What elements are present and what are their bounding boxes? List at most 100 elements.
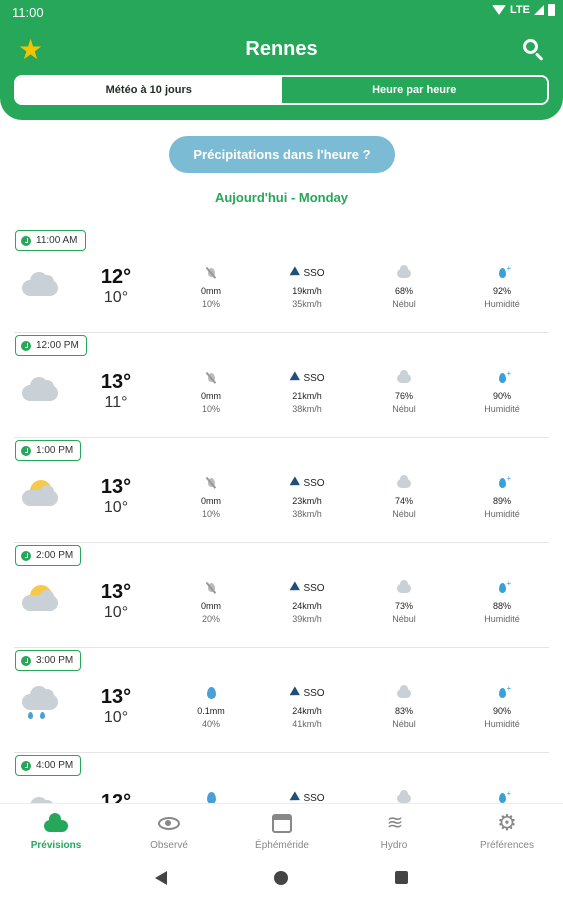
humidity-stat: 88%Humidité [462,579,542,624]
humidity-icon [498,264,511,278]
nav-label: Prévisions [30,840,82,851]
tab-10-day[interactable]: Météo à 10 jours [16,77,282,103]
temp-min: 10° [103,604,129,621]
nav-hydro[interactable]: ≋ Hydro [339,812,449,851]
humidity-icon [498,474,511,488]
rain-stat: 0mm 20% [171,581,251,624]
bottom-navigation: Prévisions Observé Éphéméride ≋ Hydro ⚙ … [0,803,563,857]
cloud-cover-stat: 76% Nébul [364,369,444,414]
cloudy-icon [22,373,60,405]
calendar-icon [272,813,292,833]
temp-min: 10° [103,499,129,516]
rain-drop-icon [206,792,216,803]
wind-direction-icon [287,791,301,803]
temp-max: 13° [100,686,132,708]
wind-stat: SSO 23km/h 38km/h [267,476,347,519]
hour-time-label: 1:00 PM [15,440,82,461]
temp-min: 11° [104,394,128,411]
humidity-stat: 92%Humidité [462,264,542,309]
wind-stat: SSO 21km/h 38km/h [267,371,347,414]
hour-row[interactable]: 4:00 PM 12° SSO [0,753,563,803]
cloudy-icon [22,268,60,300]
battery-icon [548,4,555,16]
search-icon[interactable] [523,39,545,61]
no-rain-icon [206,372,216,384]
temperatures: 12° [96,791,136,803]
rain-stat: 0mm 10% [171,371,251,414]
nav-label: Éphéméride [255,840,309,851]
waves-icon: ≋ [386,812,404,834]
title-bar: ★ Rennes [0,30,563,70]
wind-stat: SSO [267,791,347,803]
rain-drop-icon [206,687,216,699]
hour-row[interactable]: 3:00 PM 13° 10° 0.1mm 40% SSO 24km/h 41km/h 83% N… [0,648,563,753]
humidity-stat: 89%Humidité [462,474,542,519]
status-bar: 11:00 LTE [0,0,563,26]
temperatures: 13° 10° [96,476,136,518]
nav-observe[interactable]: Observé [114,812,224,851]
humidity-stat: 90%Humidité [462,684,542,729]
cloud-cover-stat [364,789,444,803]
precipitation-hour-button[interactable]: Précipitations dans l'heure ? [169,136,395,173]
rain-stat: 0mm 10% [171,266,251,309]
humidity-icon [498,684,511,698]
humidity-stat: 90%Humidité [462,369,542,414]
temperatures: 13° 11° [96,371,136,413]
rain-stat: 0.1mm 40% [171,686,251,729]
page-title: Rennes [245,38,318,60]
light-rain-icon [22,686,60,720]
wind-direction-icon [287,686,301,700]
check-icon [21,760,31,771]
cloud-cover-icon [397,789,411,803]
partly-sunny-icon [22,478,60,510]
rain-stat: 0mm 10% [171,476,251,519]
temp-max: 13° [100,476,132,498]
cloud-cover-stat: 74% Nébul [364,474,444,519]
hour-row[interactable]: 11:00 AM 12° 10° 0mm 10% SSO 19km/h 35km/h 68% Né… [0,228,563,333]
temp-max: 13° [100,581,132,603]
status-icons: LTE [492,4,555,16]
cloud-cover-stat: 73% Nébul [364,579,444,624]
network-label: LTE [510,4,530,16]
wind-stat: SSO 24km/h 39km/h [267,581,347,624]
hour-time-label: 2:00 PM [15,545,82,566]
hour-time-label: 3:00 PM [15,650,82,671]
cloud-cover-icon [397,474,411,488]
nav-label: Préférences [480,840,534,851]
hour-row[interactable]: 12:00 PM 13° 11° 0mm 10% SSO 21km/h 38km/h 76% Né… [0,333,563,438]
status-time: 11:00 [12,5,44,20]
rain-stat [171,791,251,803]
hour-row[interactable]: 1:00 PM 13° 10° 0mm 10% SSO 23km/h 38km/h 74% Néb… [0,438,563,543]
wind-direction-icon [287,266,301,280]
wind-stat: SSO 24km/h 41km/h [267,686,347,729]
humidity-icon [498,789,511,803]
nav-previsions[interactable]: Prévisions [1,812,111,851]
cloud-cover-icon [397,684,411,698]
back-icon[interactable] [155,871,167,885]
hour-row[interactable]: 2:00 PM 13° 10° 0mm 20% SSO 24km/h 39km/h 73% Néb… [0,543,563,648]
nav-label: Hydro [380,840,408,851]
recents-icon[interactable] [395,871,408,884]
home-icon[interactable] [274,871,288,885]
tab-hourly[interactable]: Heure par heure [281,77,547,103]
wind-direction-icon [287,371,301,385]
gear-icon: ⚙ [497,810,517,835]
no-rain-icon [206,267,216,279]
check-icon [21,655,31,666]
hour-time-label: 4:00 PM [15,755,82,776]
partly-sunny-icon [22,583,60,615]
hourly-list[interactable]: 11:00 AM 12° 10° 0mm 10% SSO 19km/h 35km/h 68% Né… [0,228,563,803]
wind-direction-icon [287,581,301,595]
temperatures: 13° 10° [96,581,136,623]
humidity-stat [462,789,542,803]
temp-max: 12° [100,266,132,288]
humidity-icon [498,369,511,383]
day-label: Aujourd'hui - Monday [214,190,349,205]
nav-label: Observé [150,840,188,851]
check-icon [21,235,31,246]
nav-preferences[interactable]: ⚙ Préférences [452,810,562,852]
hour-time-label: 11:00 AM [15,230,86,251]
temp-min: 10° [103,709,129,726]
nav-ephemeride[interactable]: Éphéméride [227,812,337,851]
humidity-icon [498,579,511,593]
